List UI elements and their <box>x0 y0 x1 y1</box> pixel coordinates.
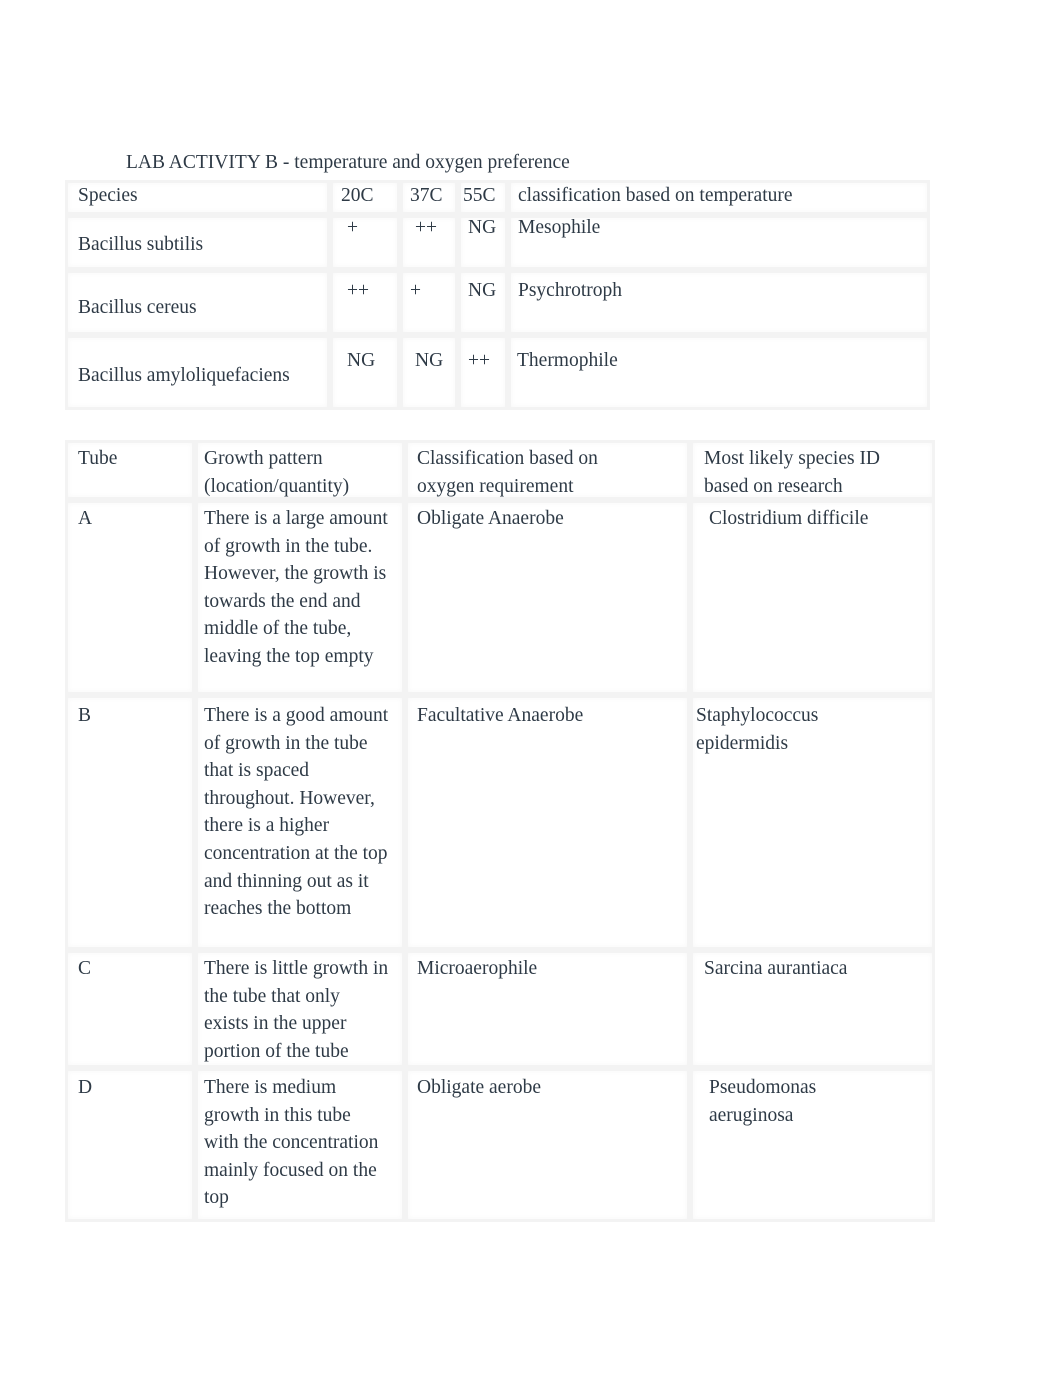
species-id: Sarcina aurantiaca <box>704 958 848 979</box>
growth-value: + <box>410 280 421 301</box>
oxygen-classification: Microaerophile <box>417 958 538 979</box>
document-page: LAB ACTIVITY B - temperature and oxygen … <box>0 0 1062 1377</box>
column-header: 20C <box>341 185 374 206</box>
species-id: Staphylococcus epidermidis <box>696 705 819 754</box>
species-name: Bacillus cereus <box>78 297 197 318</box>
tube-label: D <box>78 1077 93 1098</box>
growth-value: ++ <box>468 350 490 371</box>
table-cell <box>330 215 400 270</box>
temperature-classification: Thermophile <box>517 350 618 371</box>
growth-value: ++ <box>347 280 369 301</box>
column-header: Growth pattern (location/quantity) <box>204 448 350 497</box>
growth-value: NG <box>468 217 497 238</box>
species-id: Clostridium difficile <box>709 508 869 529</box>
column-header: Most likely species ID based on research <box>704 448 881 497</box>
temperature-classification: Mesophile <box>518 217 601 238</box>
growth-pattern: There is little growth in the tube that … <box>204 958 389 1062</box>
tube-label: B <box>78 705 92 726</box>
species-id: Pseudomonas aeruginosa <box>709 1077 817 1126</box>
tube-label: C <box>78 958 92 979</box>
growth-value: + <box>347 217 358 238</box>
page-title: LAB ACTIVITY B - temperature and oxygen … <box>126 152 570 173</box>
oxygen-classification: Facultative Anaerobe <box>417 705 584 726</box>
species-name: Bacillus amyloliquefaciens <box>78 365 290 386</box>
growth-pattern: There is medium growth in this tube with… <box>204 1077 379 1209</box>
column-header: 37C <box>410 185 443 206</box>
column-header: 55C <box>463 185 496 206</box>
oxygen-classification: Obligate Anaerobe <box>417 508 564 529</box>
temperature-classification: Psychrotroph <box>518 280 622 301</box>
oxygen-classification: Obligate aerobe <box>417 1077 541 1098</box>
column-header: Tube <box>78 448 118 469</box>
tube-label: A <box>78 508 93 529</box>
column-header: Species <box>78 185 138 206</box>
table-cell <box>65 695 195 950</box>
growth-value: NG <box>468 280 497 301</box>
growth-value: NG <box>415 350 444 371</box>
table-cell <box>405 695 690 950</box>
growth-value: ++ <box>415 217 437 238</box>
growth-pattern: There is a good amount of growth in the … <box>204 705 389 920</box>
species-name: Bacillus subtilis <box>78 234 204 255</box>
column-header: classification based on temperature <box>518 185 793 206</box>
growth-pattern: There is a large amount of growth in the… <box>204 508 388 667</box>
column-header: Classification based on oxygen requireme… <box>417 448 598 497</box>
table-cell <box>400 270 458 335</box>
growth-value: NG <box>347 350 376 371</box>
